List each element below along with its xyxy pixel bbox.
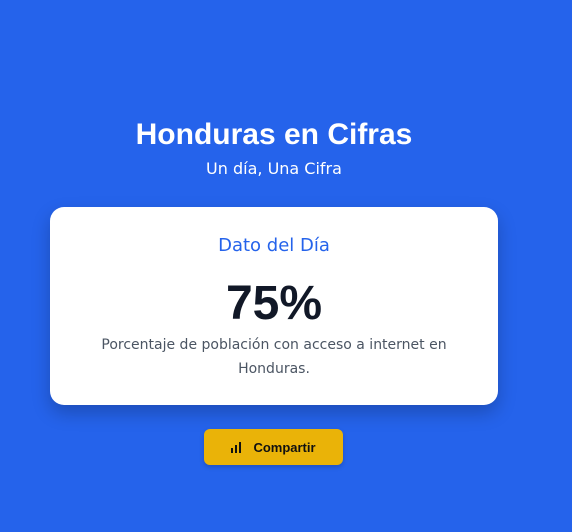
page-title: Honduras en Cifras <box>135 118 413 151</box>
bar-chart-icon <box>231 441 243 453</box>
fact-description: Porcentaje de población con acceso a int… <box>101 337 447 377</box>
page-header: Honduras en Cifras Un día, Una Cifra <box>0 116 548 180</box>
fact-label: Dato del Día <box>218 235 330 256</box>
fact-value: 75% <box>225 277 323 330</box>
fact-card: Dato del Día 75% Porcentaje de población… <box>50 207 498 405</box>
page-subtitle: Un día, Una Cifra <box>206 159 342 178</box>
share-button-label: Compartir <box>253 439 316 455</box>
share-button[interactable]: Compartir <box>204 429 343 465</box>
